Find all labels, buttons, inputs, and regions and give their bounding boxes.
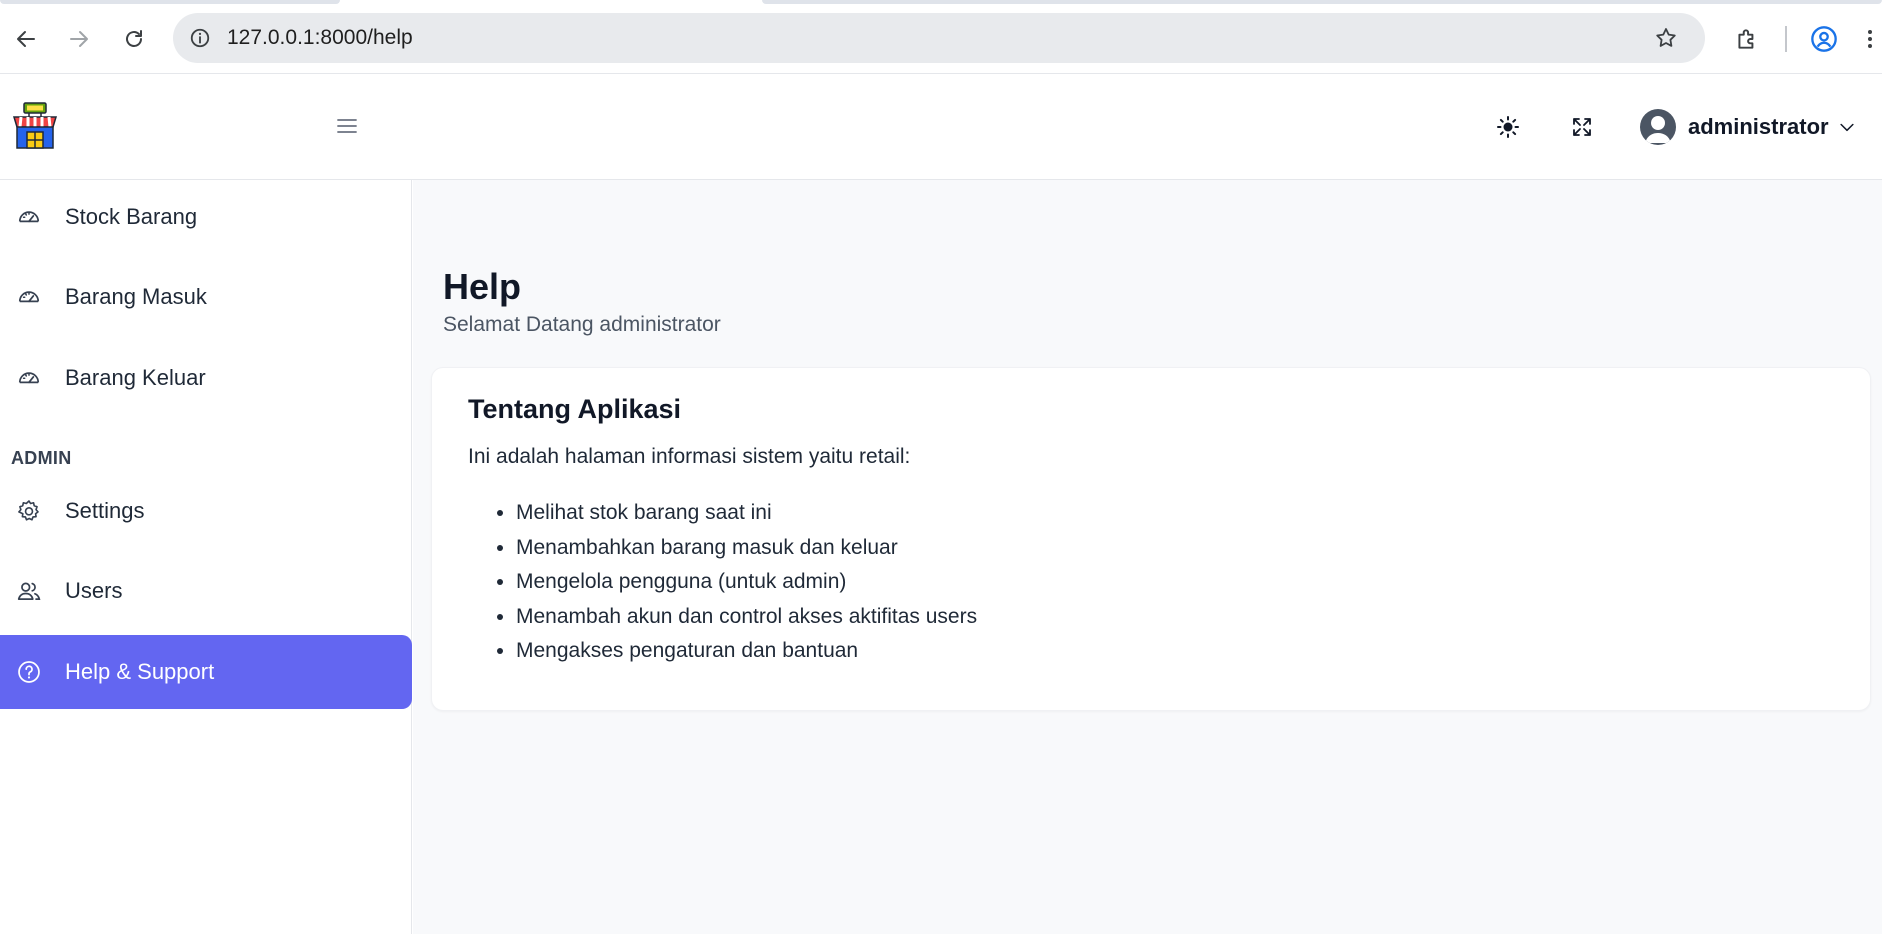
extensions-button[interactable] [1728, 20, 1766, 58]
address-bar[interactable]: 127.0.0.1:8000/help [173, 13, 1705, 63]
app-header: administrator [0, 74, 1882, 180]
sidebar-item-stock-barang[interactable]: Stock Barang [0, 180, 412, 254]
shop-logo-icon[interactable] [12, 102, 58, 150]
about-card: Tentang Aplikasi Ini adalah halaman info… [431, 367, 1871, 711]
browser-toolbar: 127.0.0.1:8000/help [0, 0, 1882, 74]
list-item: Menambahkan barang masuk dan keluar [516, 531, 977, 566]
profile-icon [1811, 26, 1837, 52]
fullscreen-button[interactable] [1565, 110, 1599, 144]
reload-icon [126, 30, 142, 47]
star-icon [1656, 28, 1676, 47]
back-button[interactable] [9, 22, 43, 56]
gauge-icon [15, 203, 43, 231]
sidebar-toggle-button[interactable] [333, 112, 361, 140]
sidebar-item-label: Settings [65, 498, 145, 523]
users-icon [15, 577, 43, 605]
kebab-menu-icon [1868, 30, 1872, 48]
expand-icon [1573, 118, 1591, 136]
sidebar-item-barang-keluar[interactable]: Barang Keluar [0, 341, 412, 415]
sidebar-item-label: Stock Barang [65, 204, 198, 229]
user-avatar-icon [1645, 116, 1671, 143]
list-item: Melihat stok barang saat ini [516, 496, 977, 531]
help-circle-icon [15, 658, 43, 686]
chevron-down-icon [1840, 123, 1854, 132]
user-name: administrator [1688, 114, 1829, 139]
card-description: Ini adalah halaman informasi sistem yait… [468, 445, 911, 468]
sidebar-item-users[interactable]: Users [0, 554, 412, 628]
sidebar-item-help-support[interactable]: Help & Support [0, 635, 412, 709]
sidebar-section-admin: ADMIN [11, 448, 72, 468]
theme-toggle-button[interactable] [1491, 110, 1525, 144]
sidebar: Stock Barang Barang Masuk Barang Keluar … [0, 180, 412, 934]
arrow-left-icon [17, 31, 35, 47]
puzzle-icon [1738, 29, 1754, 49]
sidebar-item-settings[interactable]: Settings [0, 474, 412, 548]
bookmark-button[interactable] [1649, 21, 1683, 55]
sidebar-item-label: Barang Masuk [65, 284, 207, 309]
gauge-icon [15, 283, 43, 311]
card-title: Tentang Aplikasi [468, 394, 682, 424]
page-subtitle: Selamat Datang administrator [443, 313, 721, 336]
page-title: Help [443, 266, 522, 307]
sidebar-item-label: Users [65, 578, 123, 603]
user-menu[interactable]: administrator [1640, 107, 1857, 147]
sidebar-item-label: Barang Keluar [65, 365, 206, 390]
list-item: Menambah akun dan control akses aktifita… [516, 600, 977, 635]
gear-icon [15, 497, 43, 525]
tab-strip-edge [762, 0, 1882, 4]
sidebar-item-label: Help & Support [65, 659, 215, 684]
browser-menu-button[interactable] [1858, 20, 1882, 58]
avatar [1640, 109, 1676, 145]
list-item: Mengelola pengguna (untuk admin) [516, 565, 977, 600]
sun-icon [1497, 116, 1519, 138]
reload-button[interactable] [117, 22, 151, 56]
site-info-button[interactable] [183, 21, 217, 55]
hamburger-icon [337, 119, 357, 133]
url-text[interactable]: 127.0.0.1:8000/help [227, 26, 413, 50]
list-item: Mengakses pengaturan dan bantuan [516, 634, 977, 669]
tab-strip-edge [0, 0, 340, 4]
profile-button[interactable] [1805, 20, 1843, 58]
feature-list: Melihat stok barang saat ini Menambahkan… [516, 496, 977, 669]
arrow-right-icon [70, 31, 88, 47]
forward-button[interactable] [62, 22, 96, 56]
info-icon [190, 28, 210, 48]
toolbar-divider [1785, 26, 1787, 52]
sidebar-item-barang-masuk[interactable]: Barang Masuk [0, 260, 412, 334]
gauge-icon [15, 364, 43, 392]
main-content: Help Selamat Datang administrator Tentan… [413, 180, 1882, 934]
